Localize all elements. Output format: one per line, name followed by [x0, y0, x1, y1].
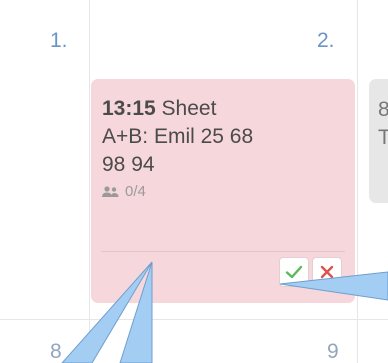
event-card[interactable]: 13:15 Sheet A+B: Emil 25 68 98 94 0/4	[91, 79, 355, 303]
event-title-line2: A+B: Emil 25 68	[102, 125, 254, 148]
event-title-line3: 98 94	[102, 153, 155, 176]
attendee-count: 0/4	[102, 183, 347, 200]
x-icon	[320, 265, 334, 279]
next-event-time-fragment: 8	[378, 98, 388, 121]
day-number-8[interactable]: 8	[50, 341, 62, 362]
event-text: 13:15 Sheet A+B: Emil 25 68 98 94	[102, 95, 350, 179]
day-number-2[interactable]: 2.	[317, 30, 335, 51]
approve-button[interactable]	[279, 257, 309, 287]
grid-line	[89, 0, 90, 363]
day-number-9[interactable]: 9	[327, 341, 339, 362]
attendee-count-value: 0/4	[125, 183, 146, 200]
check-icon	[285, 265, 303, 279]
day-number-1[interactable]: 1.	[50, 30, 68, 51]
decline-button[interactable]	[312, 257, 342, 287]
event-time: 13:15	[102, 97, 156, 120]
calendar-month-view: 1. 2. 8 9 13:15 Sheet A+B: Emil 25 68 98…	[0, 0, 388, 363]
people-icon	[102, 185, 119, 197]
next-event-title-fragment: T	[378, 126, 388, 149]
grid-line	[357, 0, 358, 363]
card-divider	[101, 251, 345, 252]
event-title-line1: Sheet	[155, 97, 217, 120]
grid-line	[0, 319, 388, 320]
